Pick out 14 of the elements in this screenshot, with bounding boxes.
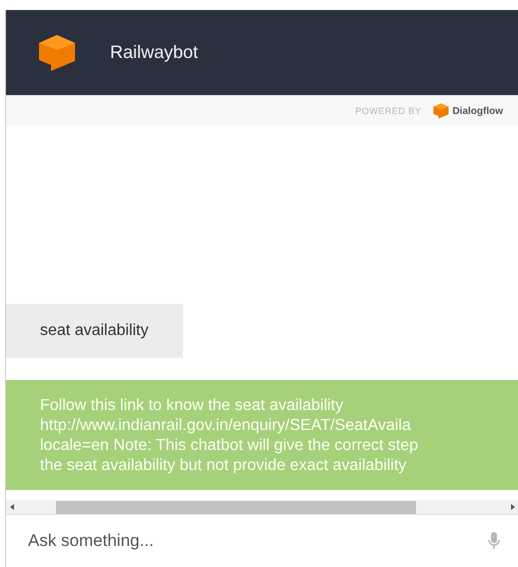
message-line: Follow this link to know the seat availability — [40, 396, 344, 416]
logo-icon — [38, 34, 76, 72]
powered-label: POWERED BY — [355, 106, 422, 116]
message-line: the seat availability but not provide exact availability — [40, 456, 408, 476]
message-line: seat availability — [40, 321, 148, 341]
bot-title: Railwaybot — [110, 42, 198, 63]
brand-name: Dialogflow — [452, 106, 503, 116]
message-input[interactable]: Ask something... — [26, 530, 487, 552]
scrollbar-thumb[interactable] — [56, 500, 416, 514]
message-line: locale=en Note: This chatbot will give the correct step — [40, 436, 420, 456]
horizontal-scrollbar[interactable] — [6, 500, 518, 514]
message-line: http://www.indianrail.gov.in/enquiry/SEAT/SeatAvaila — [40, 416, 412, 436]
microphone-icon[interactable] — [487, 531, 501, 551]
logo-icon — [433, 103, 450, 119]
